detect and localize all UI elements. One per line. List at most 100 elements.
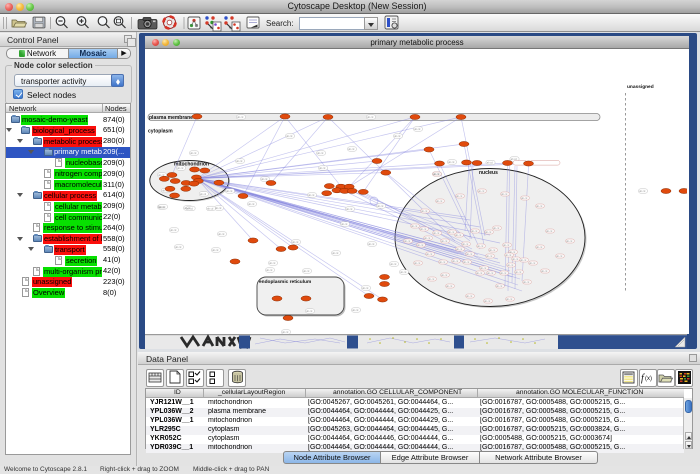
- svg-text:ab cd: ab cd: [421, 210, 428, 213]
- svg-text:ab cd: ab cd: [503, 244, 510, 247]
- svg-text:ab cd: ab cd: [306, 310, 313, 313]
- svg-text:ab cd: ab cd: [390, 263, 397, 266]
- svg-text:ab cd: ab cd: [308, 194, 315, 197]
- svg-text:ab cd: ab cd: [346, 208, 353, 211]
- svg-text:ab cd: ab cd: [471, 230, 478, 233]
- svg-text:unassigned: unassigned: [627, 84, 654, 90]
- svg-text:ab cd: ab cd: [487, 272, 494, 275]
- svg-text:ab cd: ab cd: [266, 269, 273, 272]
- svg-text:ab cd: ab cd: [207, 207, 214, 210]
- svg-text:ab cd: ab cd: [414, 262, 421, 265]
- svg-text:ab cd: ab cd: [436, 200, 443, 203]
- svg-text:ab cd: ab cd: [404, 240, 411, 243]
- svg-text:ab cd: ab cd: [466, 253, 473, 256]
- svg-text:ab cd: ab cd: [493, 227, 500, 230]
- svg-text:ab cd: ab cd: [489, 249, 496, 252]
- svg-text:ab cd: ab cd: [433, 232, 440, 235]
- svg-text:ab cd: ab cd: [480, 267, 487, 270]
- svg-text:ab cd: ab cd: [448, 161, 455, 164]
- svg-text:ab cd: ab cd: [317, 152, 324, 155]
- svg-text:ab cd: ab cd: [237, 116, 244, 119]
- svg-text:ab cd: ab cd: [212, 249, 219, 252]
- svg-text:ab cd: ab cd: [496, 285, 503, 288]
- svg-text:ab cd: ab cd: [506, 298, 513, 301]
- svg-text:ab cd: ab cd: [484, 300, 491, 303]
- svg-text:endoplasmic reticulum: endoplasmic reticulum: [259, 279, 311, 285]
- svg-text:ab cd: ab cd: [428, 278, 435, 281]
- svg-text:ab cd: ab cd: [286, 135, 293, 138]
- svg-text:ab cd: ab cd: [536, 205, 543, 208]
- svg-text:ab cd: ab cd: [187, 207, 194, 210]
- svg-text:ab cd: ab cd: [476, 272, 483, 275]
- svg-text:nucleus: nucleus: [479, 170, 498, 176]
- svg-text:ab cd: ab cd: [486, 255, 493, 258]
- svg-text:plasma membrane: plasma membrane: [149, 115, 193, 121]
- svg-text:ab cd: ab cd: [377, 205, 384, 208]
- svg-text:ab cd: ab cd: [541, 270, 548, 273]
- svg-text:ab cd: ab cd: [456, 195, 463, 198]
- svg-text:ab cd: ab cd: [175, 246, 182, 249]
- svg-text:ab cd: ab cd: [487, 162, 494, 165]
- svg-text:ab cd: ab cd: [520, 259, 527, 262]
- svg-text:ab cd: ab cd: [456, 248, 463, 251]
- svg-text:ab cd: ab cd: [352, 309, 359, 312]
- svg-text:ab cd: ab cd: [441, 274, 448, 277]
- svg-text:ab cd: ab cd: [394, 135, 401, 138]
- svg-text:ab cd: ab cd: [159, 206, 166, 209]
- svg-text:ab cd: ab cd: [523, 281, 530, 284]
- svg-text:ab cd: ab cd: [462, 243, 469, 246]
- svg-text:ab cd: ab cd: [367, 116, 374, 119]
- svg-text:ab cd: ab cd: [507, 264, 514, 267]
- svg-text:ab cd: ab cd: [515, 271, 522, 274]
- svg-text:ab cd: ab cd: [218, 233, 225, 236]
- svg-text:ab cd: ab cd: [269, 262, 276, 265]
- svg-text:ab cd: ab cd: [414, 128, 421, 131]
- svg-text:ab cd: ab cd: [420, 228, 427, 231]
- svg-text:ab cd: ab cd: [529, 262, 536, 265]
- svg-text:ab cd: ab cd: [200, 193, 207, 196]
- svg-text:ab cd: ab cd: [417, 244, 424, 247]
- svg-text:ab cd: ab cd: [362, 287, 369, 290]
- svg-text:ab cd: ab cd: [466, 295, 473, 298]
- svg-text:ab cd: ab cd: [226, 190, 233, 193]
- svg-text:ab cd: ab cd: [439, 261, 446, 264]
- svg-text:ab cd: ab cd: [177, 167, 184, 170]
- svg-text:ab cd: ab cd: [332, 252, 339, 255]
- svg-text:ab cd: ab cd: [546, 230, 553, 233]
- svg-text:ab cd: ab cd: [341, 223, 348, 226]
- svg-text:ab cd: ab cd: [512, 258, 519, 261]
- svg-text:ab cd: ab cd: [215, 207, 222, 210]
- svg-text:ab cd: ab cd: [236, 160, 243, 163]
- svg-text:ab cd: ab cd: [485, 231, 492, 234]
- svg-text:ab cd: ab cd: [505, 254, 512, 257]
- svg-text:ab cd: ab cd: [441, 240, 448, 243]
- svg-text:ab cd: ab cd: [521, 197, 528, 200]
- svg-text:ab cd: ab cd: [433, 173, 440, 176]
- svg-text:ab cd: ab cd: [424, 237, 431, 240]
- svg-text:ab cd: ab cd: [292, 241, 299, 244]
- svg-text:ab cd: ab cd: [170, 229, 177, 232]
- svg-text:ab cd: ab cd: [411, 225, 418, 228]
- svg-text:ab cd: ab cd: [400, 271, 407, 274]
- svg-text:ab cd: ab cd: [500, 272, 507, 275]
- svg-text:ab cd: ab cd: [368, 243, 375, 246]
- svg-text:ab cd: ab cd: [446, 285, 453, 288]
- svg-text:ab cd: ab cd: [478, 190, 485, 193]
- svg-text:(x): (x): [645, 376, 652, 382]
- svg-text:ab cd: ab cd: [455, 234, 462, 237]
- svg-text:ab cd: ab cd: [303, 270, 310, 273]
- svg-text:ab cd: ab cd: [452, 260, 459, 263]
- svg-text:ab cd: ab cd: [566, 240, 573, 243]
- svg-text:ab cd: ab cd: [248, 203, 255, 206]
- svg-text:ab cd: ab cd: [639, 190, 646, 193]
- svg-text:ab cd: ab cd: [448, 231, 455, 234]
- svg-text:ab cd: ab cd: [501, 193, 508, 196]
- svg-text:ab cd: ab cd: [190, 152, 197, 155]
- svg-text:ab cd: ab cd: [536, 246, 543, 249]
- svg-text:ab cd: ab cd: [556, 255, 563, 258]
- svg-text:ab cd: ab cd: [348, 148, 355, 151]
- svg-text:ab cd: ab cd: [261, 178, 268, 181]
- svg-text:ab cd: ab cd: [477, 245, 484, 248]
- svg-text:cytoplasm: cytoplasm: [148, 129, 173, 135]
- svg-text:ab cd: ab cd: [463, 261, 470, 264]
